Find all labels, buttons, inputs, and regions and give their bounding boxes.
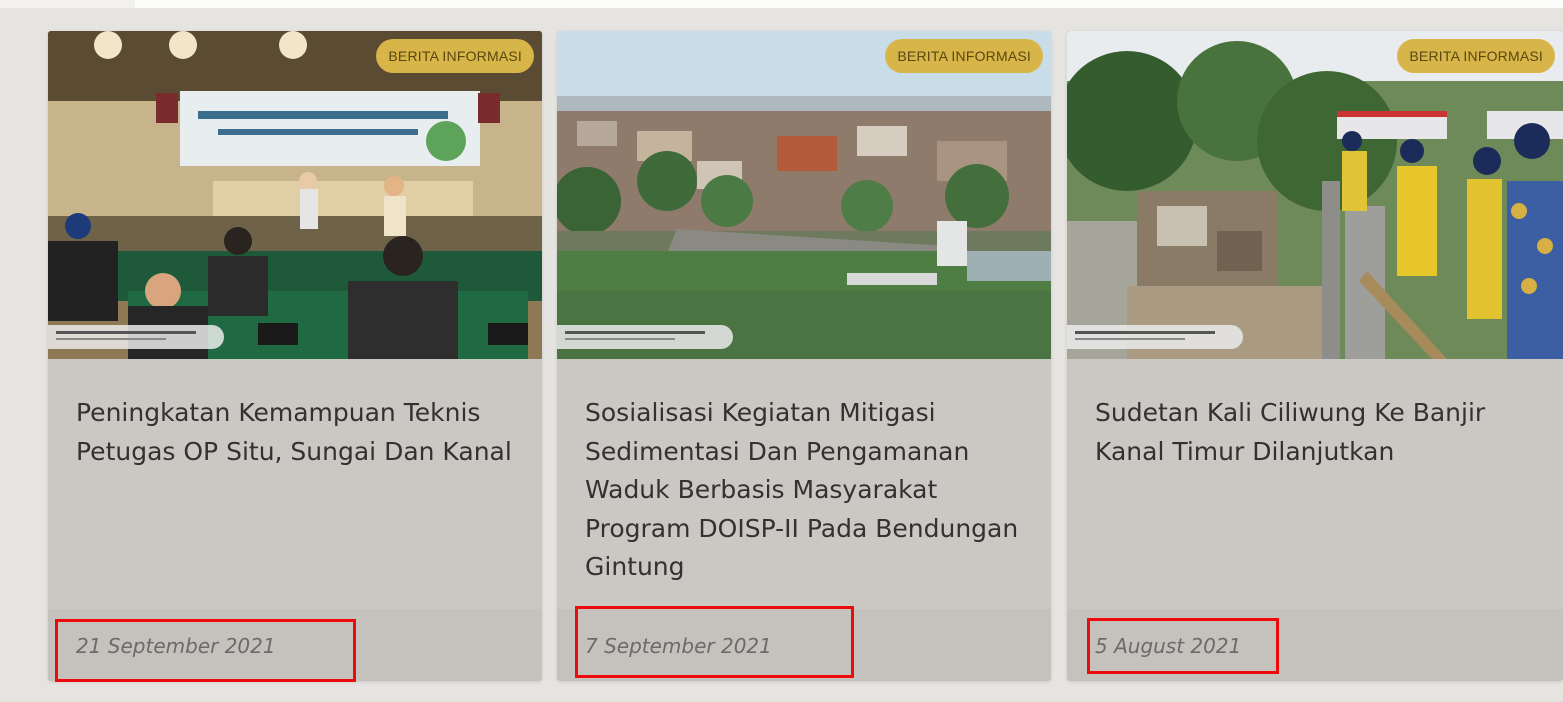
news-title[interactable]: Peningkatan Kemampuan Teknis Petugas OP … xyxy=(76,394,524,471)
top-bar-inner xyxy=(135,0,1563,8)
watermark-logo xyxy=(1067,325,1243,349)
news-title[interactable]: Sosialisasi Kegiatan Mitigasi Sedimentas… xyxy=(585,394,1033,587)
meeting-photo xyxy=(48,31,542,359)
date-highlight-box-2 xyxy=(575,606,854,678)
news-card-3[interactable]: BERITA INFORMASI Sudetan Kali Ciliwung K… xyxy=(1067,31,1563,681)
news-card-1[interactable]: BERITA INFORMASI Peningkatan Kemampuan T… xyxy=(48,31,542,681)
watermark-logo xyxy=(557,325,733,349)
category-badge[interactable]: BERITA INFORMASI xyxy=(885,39,1043,73)
category-badge[interactable]: BERITA INFORMASI xyxy=(376,39,534,73)
news-thumbnail-2[interactable]: BERITA INFORMASI xyxy=(557,31,1051,359)
news-thumbnail-1[interactable]: BERITA INFORMASI xyxy=(48,31,542,359)
news-card-2[interactable]: BERITA INFORMASI Sosialisasi Kegiatan Mi… xyxy=(557,31,1051,681)
top-bar xyxy=(0,0,1563,8)
news-title[interactable]: Sudetan Kali Ciliwung Ke Banjir Kanal Ti… xyxy=(1095,394,1545,471)
canal-inspection-photo xyxy=(1067,31,1563,359)
date-highlight-box-1 xyxy=(55,619,356,682)
date-highlight-box-3 xyxy=(1087,618,1279,674)
category-badge[interactable]: BERITA INFORMASI xyxy=(1397,39,1555,73)
reservoir-photo xyxy=(557,31,1051,359)
watermark-logo xyxy=(48,325,224,349)
news-thumbnail-3[interactable]: BERITA INFORMASI xyxy=(1067,31,1563,359)
